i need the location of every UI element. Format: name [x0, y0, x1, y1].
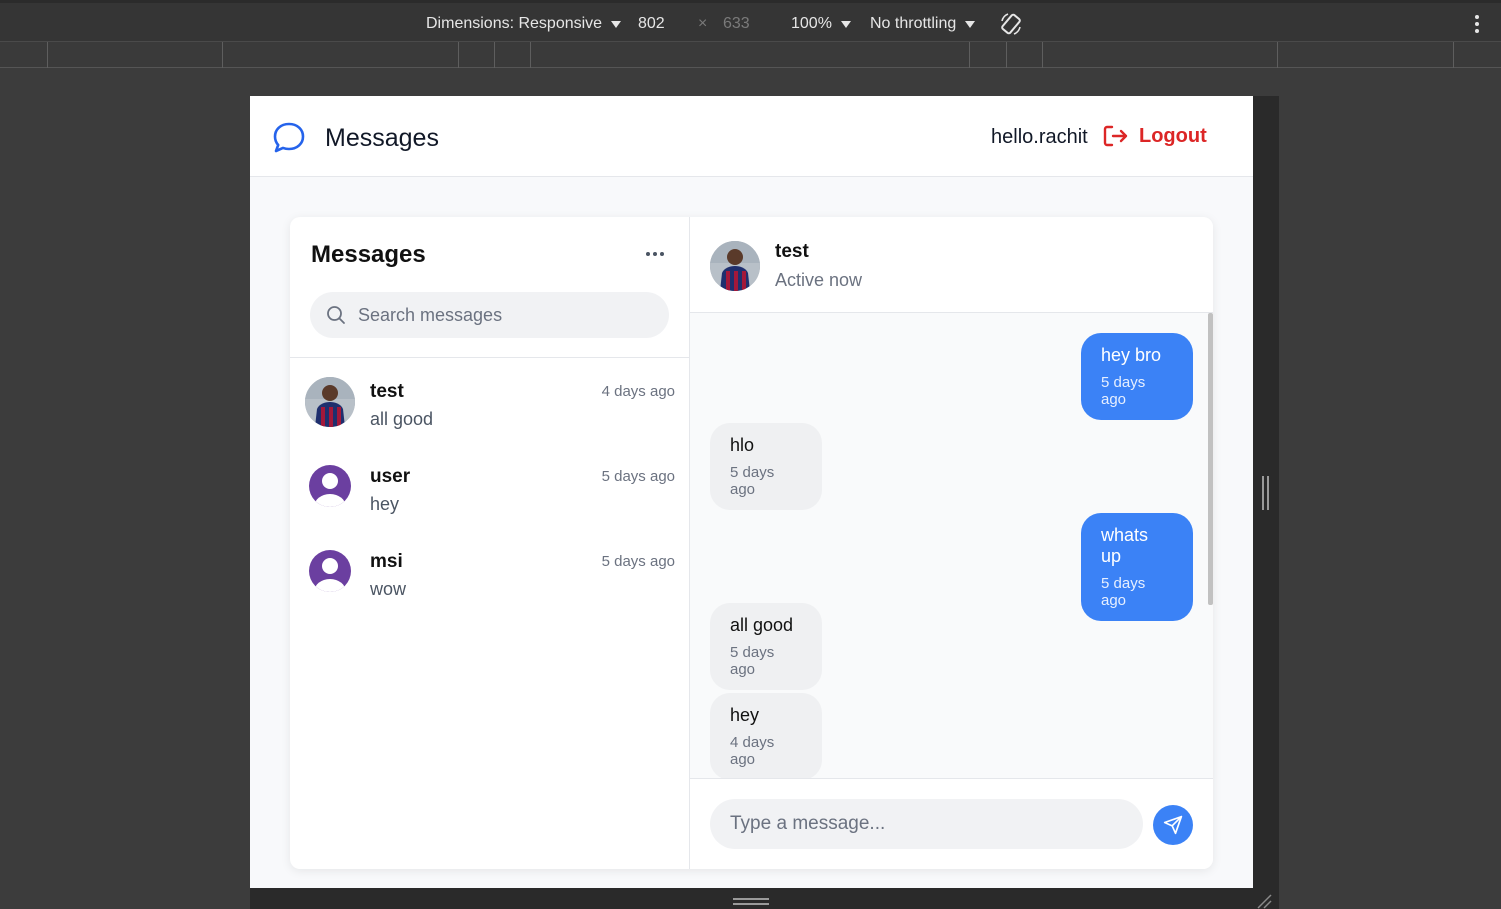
width-value: 802: [638, 15, 665, 32]
message-incoming: hlo 5 days ago: [710, 423, 822, 510]
more-options-icon[interactable]: [646, 252, 664, 256]
message-text: whats up: [1101, 525, 1149, 566]
send-button[interactable]: [1153, 805, 1193, 845]
username: hello.rachit: [991, 126, 1088, 148]
message-text: all good: [730, 615, 794, 635]
conversation-name: msi: [370, 551, 403, 572]
message-time: 4 days ago: [730, 734, 775, 768]
chevron-down-icon: [611, 20, 622, 28]
dimensions-dropdown[interactable]: Dimensions: Responsive: [426, 15, 622, 33]
chevron-down-icon: [965, 20, 976, 28]
app-viewport: Messages hello.rachit Logout Messages Se…: [250, 96, 1253, 888]
message-time: 5 days ago: [730, 464, 775, 498]
chevron-down-icon: [840, 20, 851, 28]
send-icon: [1163, 815, 1183, 835]
conversation-item-user[interactable]: user hey 5 days ago: [290, 446, 690, 531]
avatar-photo: [305, 377, 355, 427]
message-time: 5 days ago: [1101, 575, 1146, 609]
conversation-sidebar: Messages Search messages test all good 4…: [290, 217, 690, 869]
height-value: 633: [723, 15, 750, 32]
contact-name: test: [775, 241, 809, 262]
message-text: hey bro: [1101, 345, 1162, 365]
message-text: hey: [730, 705, 760, 725]
messenger-card: Messages Search messages test all good 4…: [290, 217, 1213, 869]
resize-handle-bottom[interactable]: [733, 898, 769, 906]
conversation-time: 4 days ago: [601, 383, 675, 400]
zoom-dropdown[interactable]: 100%: [791, 15, 851, 33]
message-scrollbar[interactable]: [1208, 313, 1213, 605]
message-outgoing: hey bro 5 days ago: [1081, 333, 1193, 420]
divider: [290, 357, 690, 358]
more-options-icon[interactable]: [1475, 15, 1479, 33]
avatar: [710, 241, 760, 291]
chat-header: test Active now: [690, 217, 1213, 313]
conversation-time: 5 days ago: [601, 468, 675, 485]
logout-icon: [1103, 125, 1128, 147]
app-header: Messages hello.rachit Logout: [250, 96, 1253, 177]
message-list[interactable]: hey bro 5 days ago hlo 5 days ago whats …: [690, 313, 1213, 780]
conversation-preview: all good: [370, 409, 434, 429]
app-title: Messages: [325, 124, 439, 152]
user-avatar-icon: [309, 550, 351, 592]
times-icon: ×: [698, 15, 707, 33]
message-input[interactable]: [710, 799, 1143, 849]
conversation-name: test: [370, 381, 404, 402]
conversation-item-test[interactable]: test all good 4 days ago: [290, 361, 690, 446]
rotate-glyph: [1001, 13, 1021, 35]
height-input[interactable]: 633: [723, 15, 750, 33]
avatar: [305, 377, 355, 427]
composer: [690, 778, 1213, 869]
media-query-ruler[interactable]: [0, 42, 1501, 68]
sidebar-title: Messages: [311, 241, 426, 268]
zoom-label: 100%: [791, 15, 832, 32]
message-time: 5 days ago: [1101, 374, 1146, 408]
rotate-icon[interactable]: [999, 11, 1023, 37]
conversation-name: user: [370, 466, 411, 487]
conversation-preview: hey: [370, 494, 400, 514]
search-input[interactable]: [358, 304, 638, 326]
logout-label: Logout: [1139, 124, 1207, 147]
resize-corner-icon[interactable]: [1255, 893, 1273, 909]
message-incoming: all good 5 days ago: [710, 603, 822, 690]
user-avatar-icon: [309, 465, 351, 507]
throttling-label: No throttling: [870, 15, 957, 32]
message-text: hlo: [730, 435, 755, 455]
message-time: 5 days ago: [730, 644, 775, 678]
avatar-photo: [710, 241, 760, 291]
dimensions-label: Dimensions: Responsive: [426, 15, 603, 32]
message-incoming: hey 4 days ago: [710, 693, 822, 780]
throttling-dropdown[interactable]: No throttling: [870, 15, 976, 33]
search-icon: [327, 306, 345, 324]
chat-bubble-icon: [273, 122, 305, 153]
devtools-device-toolbar: Dimensions: Responsive 802 × 633 100% No…: [0, 0, 1501, 42]
chat-pane: test Active now hey bro 5 days ago hlo 5…: [690, 217, 1213, 869]
resize-handle-right[interactable]: [1262, 476, 1270, 510]
logout-button[interactable]: Logout: [1103, 124, 1207, 148]
conversation-preview: wow: [370, 579, 407, 599]
search-bar[interactable]: [310, 292, 669, 338]
conversation-item-msi[interactable]: msi wow 5 days ago: [290, 531, 690, 616]
contact-status: Active now: [775, 270, 863, 290]
times-symbol: ×: [698, 15, 708, 32]
width-input[interactable]: 802: [638, 15, 665, 33]
conversation-time: 5 days ago: [601, 553, 675, 570]
message-outgoing: whats up 5 days ago: [1081, 513, 1193, 621]
